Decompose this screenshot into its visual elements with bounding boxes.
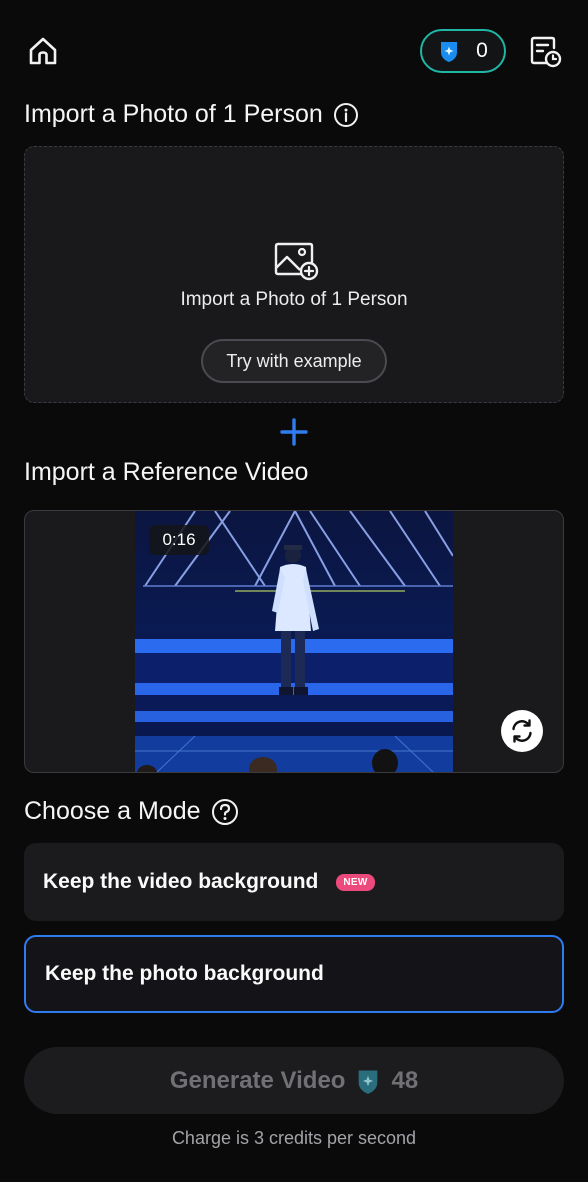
- charge-note: Charge is 3 credits per second: [171, 1128, 417, 1148]
- help-icon[interactable]: [211, 798, 239, 826]
- credit-shield-icon: [441, 42, 458, 62]
- try-with-example-button[interactable]: Try with example: [201, 339, 387, 383]
- photo-upload-label: Import a Photo of 1 Person: [180, 289, 408, 310]
- mode-option-label: Keep the video background: [43, 870, 319, 893]
- photo-section-title: Import a Photo of 1 Person: [24, 100, 323, 128]
- home-icon: [29, 37, 57, 65]
- reference-video-area[interactable]: 0:16: [24, 510, 564, 773]
- video-thumbnail: 0:16: [135, 511, 453, 772]
- credit-shield-icon: [359, 1070, 378, 1094]
- mode-option-keep-photo-background[interactable]: Keep the photo background: [24, 935, 564, 1013]
- add-image-icon: [274, 242, 319, 281]
- plus-icon: [280, 418, 308, 446]
- refresh-icon: [512, 719, 532, 743]
- history-button[interactable]: [526, 32, 564, 70]
- credits-balance-button[interactable]: 0: [420, 29, 506, 73]
- video-duration-badge: 0:16: [149, 525, 209, 555]
- new-badge: NEW: [336, 873, 375, 891]
- generate-label: Generate Video: [169, 1066, 346, 1094]
- mode-option-label: Keep the photo background: [45, 962, 324, 985]
- mode-section-title: Choose a Mode: [24, 797, 201, 825]
- video-section-title: Import a Reference Video: [24, 458, 309, 486]
- photo-upload-area[interactable]: Import a Photo of 1 Person Try with exam…: [24, 146, 564, 403]
- history-icon: [530, 36, 562, 68]
- generate-video-button[interactable]: Generate Video 48: [24, 1047, 564, 1114]
- mode-section-header: Choose a Mode: [24, 797, 239, 826]
- home-button[interactable]: [24, 32, 62, 70]
- replace-video-button[interactable]: [501, 710, 543, 752]
- info-icon[interactable]: [333, 102, 359, 128]
- credits-count: 0: [476, 39, 488, 62]
- mode-option-keep-video-background[interactable]: Keep the video background NEW: [24, 843, 564, 921]
- photo-section-header: Import a Photo of 1 Person: [24, 100, 359, 129]
- generate-cost: 48: [391, 1066, 419, 1094]
